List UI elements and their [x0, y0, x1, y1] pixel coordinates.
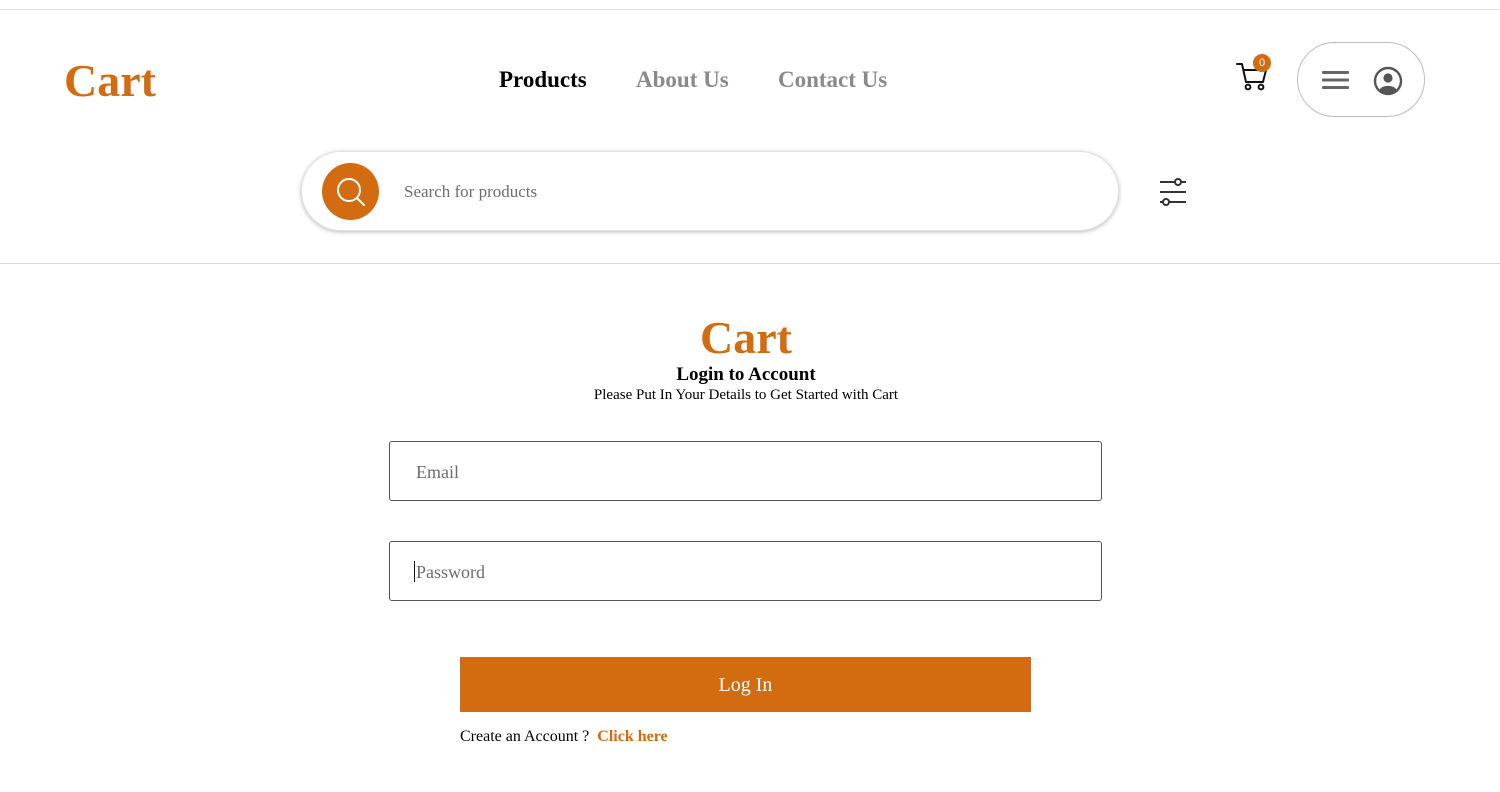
header-divider — [0, 263, 1500, 264]
filter-button[interactable] — [1157, 176, 1189, 208]
search-bar — [301, 151, 1119, 231]
sliders-filter-icon — [1160, 178, 1186, 206]
user-circle-icon — [1373, 66, 1403, 96]
signup-link[interactable]: Click here — [597, 728, 667, 745]
cart-count-badge: 0 — [1253, 54, 1271, 72]
text-caret — [414, 561, 415, 582]
password-field[interactable] — [389, 541, 1102, 601]
hamburger-menu-icon — [1322, 71, 1349, 89]
signup-prompt: Create an Account ? — [460, 728, 590, 745]
account-menu-button[interactable] — [1297, 42, 1425, 117]
search-input[interactable] — [402, 176, 1086, 208]
login-logo: Cart — [700, 312, 792, 363]
nav-contact-us[interactable]: Contact Us — [778, 66, 887, 94]
login-button[interactable]: Log In — [460, 657, 1031, 712]
search-button[interactable] — [322, 163, 379, 220]
nav-about-us[interactable]: About Us — [636, 66, 729, 94]
top-divider — [0, 9, 1500, 10]
login-subtitle: Please Put In Your Details to Get Starte… — [593, 387, 899, 403]
email-field[interactable] — [389, 441, 1102, 501]
login-title: Login to Account — [676, 364, 816, 385]
search-icon — [337, 178, 365, 206]
nav-products[interactable]: Products — [499, 66, 587, 94]
password-input[interactable] — [414, 556, 1078, 588]
page: Cart Products About Us Contact Us 0 Sear… — [0, 0, 1500, 792]
email-input[interactable] — [414, 456, 1078, 488]
signup-row: Create an Account ? Click here — [460, 727, 668, 747]
main-nav: Products About Us Contact Us — [0, 66, 1500, 96]
